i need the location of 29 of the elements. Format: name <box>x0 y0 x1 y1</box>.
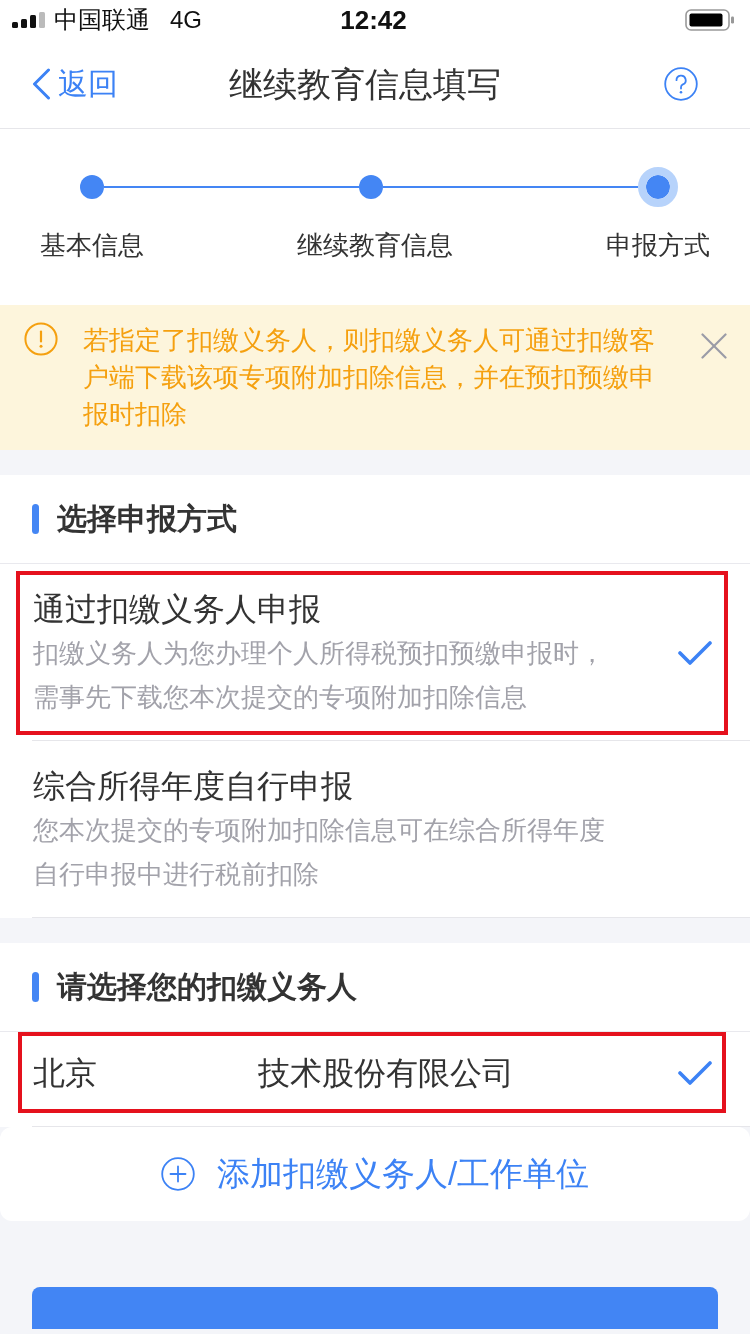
option-title: 综合所得年度自行申报 <box>33 767 354 806</box>
section-title: 请选择您的扣缴义务人 <box>57 969 357 1005</box>
back-button[interactable]: 返回 <box>32 66 118 102</box>
section-title: 选择申报方式 <box>57 501 237 537</box>
section-marker <box>32 972 39 1002</box>
clock-time: 12:42 <box>340 5 407 35</box>
plus-circle-icon <box>160 1157 195 1191</box>
page-title: 继续教育信息填写 <box>229 64 501 104</box>
step-label: 申报方式 <box>606 229 710 262</box>
signal-icon <box>12 12 46 28</box>
option-description: 扣缴义务人为您办理个人所得税预扣预缴申报时，需事先下载您本次提交的专项附加扣除信息 <box>33 637 606 714</box>
close-button[interactable] <box>701 333 727 359</box>
company-name: 技术股份有限公司 <box>258 1053 514 1093</box>
section-marker <box>32 504 39 534</box>
battery-icon <box>685 9 735 31</box>
notice-text: 若指定了扣缴义务人，则扣缴义务人可通过扣缴客户端下载该项专项附加扣除信息，并在预扣预缴申报时扣除 <box>83 324 656 431</box>
chevron-left-icon <box>32 68 51 100</box>
company-name: 北京 <box>33 1053 97 1093</box>
help-icon <box>664 67 698 101</box>
step-label: 继续教育信息 <box>297 229 453 262</box>
network-type: 4G <box>170 6 202 34</box>
add-withholder-button[interactable]: 添加扣缴义务人/工作单位 <box>0 1127 750 1221</box>
option-description: 您本次提交的专项附加扣除信息可在综合所得年度自行申报中进行税前扣除 <box>33 814 606 891</box>
warning-icon <box>24 322 58 356</box>
help-button[interactable] <box>664 67 698 101</box>
option-title: 通过扣缴义务人申报 <box>33 590 322 629</box>
close-icon <box>701 333 727 359</box>
carrier-name: 中国联通 <box>54 6 150 34</box>
step-label: 基本信息 <box>40 229 144 262</box>
